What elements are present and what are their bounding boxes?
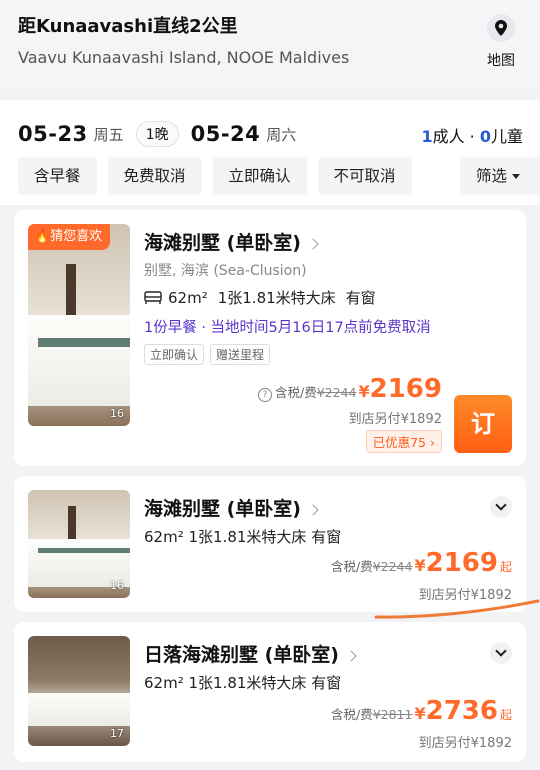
room-title[interactable]: 日落海滩别墅 (单卧室) <box>144 640 357 667</box>
currency-symbol: ¥ <box>414 704 426 723</box>
badge-instant-confirm: 立即确认 <box>144 344 205 365</box>
current-price: 2169 <box>369 374 442 404</box>
price-from: 起 <box>499 708 512 722</box>
location-pin-icon <box>487 14 515 42</box>
quick-filters: 含早餐 免费取消 立即确认 不可取消 <box>18 157 412 195</box>
map-button[interactable]: 地图 <box>476 14 526 70</box>
room-specs: 62m² 1张1.81米特大床 有窗 <box>144 674 342 692</box>
room-photo[interactable]: 16 <box>28 490 130 598</box>
room-title-text: 日落海滩别墅 (单卧室) <box>144 644 339 666</box>
photo-bed <box>28 693 130 727</box>
photo-runner <box>38 337 130 347</box>
room-area: 62m² <box>168 288 208 307</box>
photo-runner <box>38 548 130 554</box>
nights-badge: 1晚 <box>135 121 179 147</box>
room-card[interactable]: 17 日落海滩别墅 (单卧室) 62m² 1张1.81米特大床 有窗 含税/费 … <box>14 622 526 762</box>
photo-count: 16 <box>110 407 124 420</box>
chevron-right-icon <box>307 237 319 250</box>
map-label: 地图 <box>487 53 515 69</box>
room-card[interactable]: 16 海滩别墅 (单卧室) 62m² 1张1.81米特大床 有窗 含税/费 ¥2… <box>14 476 526 612</box>
expand-chevron-icon[interactable] <box>490 496 512 518</box>
address-text: Vaavu Kunaavashi Island, NOOE Maldives <box>18 48 350 67</box>
room-title[interactable]: 海滩别墅 (单卧室) <box>144 228 319 255</box>
child-count: 0 <box>479 127 491 146</box>
photo-count: 16 <box>110 579 124 592</box>
book-button[interactable]: 订 <box>454 395 512 453</box>
recommend-tag-label: 猜您喜欢 <box>50 229 103 244</box>
arrive-pay: 到店另付¥1892 <box>418 736 512 751</box>
room-specs: 62m² 1张1.81米特大床 有窗 <box>144 287 386 308</box>
room-title-text: 海滩别墅 (单卧室) <box>144 498 301 520</box>
original-price: ¥2244 <box>372 559 413 574</box>
date-filter-panel: 05-23 周五 1晚 05-24 周六 1成人 · 0儿童 含早餐 免费取消 … <box>0 100 540 205</box>
bed-icon <box>144 290 162 304</box>
filter-non-cancellable[interactable]: 不可取消 <box>317 157 412 195</box>
price-line: ? 含税/费 ¥2244 ¥ 2169 <box>258 374 442 404</box>
room-card-featured[interactable]: 🔥猜您喜欢 16 海滩别墅 (单卧室) 别墅, 海滨 (Sea-Clusion)… <box>14 210 526 466</box>
room-photo[interactable]: 🔥猜您喜欢 16 <box>28 224 130 426</box>
filter-instant-confirm[interactable]: 立即确认 <box>212 157 307 195</box>
date-selector[interactable]: 05-23 周五 1晚 05-24 周六 1成人 · 0儿童 <box>18 120 523 148</box>
price-from: 起 <box>499 560 512 574</box>
filter-free-cancel[interactable]: 免费取消 <box>107 157 202 195</box>
filter-breakfast[interactable]: 含早餐 <box>18 157 97 195</box>
tax-label: 含税/费 <box>330 707 373 722</box>
photo-count: 17 <box>110 727 124 740</box>
original-price: ¥2811 <box>372 707 413 722</box>
adult-label: 成人 · <box>432 127 480 146</box>
checkout-weekday: 周六 <box>266 125 297 144</box>
badge-miles: 赠送里程 <box>210 344 271 365</box>
filter-more-button[interactable]: 筛选 <box>460 157 540 195</box>
room-title-text: 海滩别墅 (单卧室) <box>144 232 301 254</box>
filter-more-label: 筛选 <box>476 167 508 185</box>
price-line: 含税/费 ¥2244 ¥ 2169 起 <box>331 548 512 578</box>
current-price: 2736 <box>425 696 498 726</box>
arrive-pay: 到店另付¥1892 <box>348 412 442 427</box>
tax-label: 含税/费 <box>275 385 317 400</box>
room-badges: 立即确认 赠送里程 <box>144 344 271 365</box>
checkin-weekday: 周五 <box>93 125 124 144</box>
discount-badge[interactable]: 已优惠75 › <box>365 430 442 453</box>
price-line: 含税/费 ¥2811 ¥ 2736 起 <box>331 696 512 726</box>
chevron-right-icon <box>307 503 319 516</box>
cancel-policy: 1份早餐 · 当地时间5月16日17点前免费取消 <box>144 320 431 336</box>
recommend-tag: 🔥猜您喜欢 <box>28 224 111 250</box>
currency-symbol: ¥ <box>358 382 370 401</box>
underline-mark <box>374 599 540 619</box>
adult-count: 1 <box>421 127 433 146</box>
chevron-right-icon <box>345 649 357 662</box>
room-bed: 1张1.81米特大床 <box>217 289 336 307</box>
room-photo[interactable]: 17 <box>28 636 130 746</box>
room-category: 别墅, 海滨 (Sea-Clusion) <box>144 263 307 279</box>
caret-down-icon <box>512 174 521 179</box>
original-price: ¥2244 <box>316 385 357 400</box>
checkout-date[interactable]: 05-24 <box>191 122 261 146</box>
current-price: 2169 <box>425 548 498 578</box>
room-specs: 62m² 1张1.81米特大床 有窗 <box>144 528 342 546</box>
expand-chevron-icon[interactable] <box>490 642 512 664</box>
question-icon[interactable]: ? <box>258 388 272 402</box>
guest-selector[interactable]: 1成人 · 0儿童 <box>421 123 523 147</box>
checkin-date[interactable]: 05-23 <box>18 122 88 146</box>
child-label: 儿童 <box>490 127 523 146</box>
room-title[interactable]: 海滩别墅 (单卧室) <box>144 494 319 521</box>
tax-label: 含税/费 <box>330 559 373 574</box>
hotel-header: 距Kunaavashi直线2公里 Vaavu Kunaavashi Island… <box>0 0 540 92</box>
distance-text: 距Kunaavashi直线2公里 <box>18 16 238 37</box>
photo-bed <box>28 314 130 406</box>
currency-symbol: ¥ <box>414 556 426 575</box>
room-window: 有窗 <box>345 289 376 307</box>
